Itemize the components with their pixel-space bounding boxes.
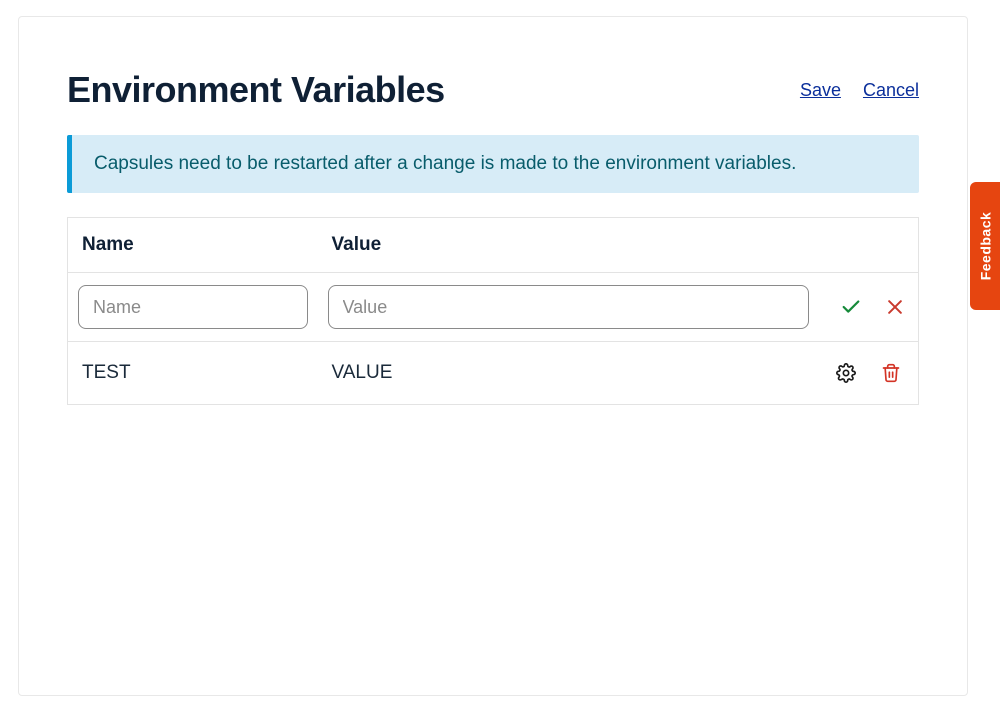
save-link[interactable]: Save [800, 80, 841, 101]
new-var-row [68, 273, 919, 342]
trash-icon[interactable] [878, 360, 904, 386]
info-banner-text: Capsules need to be restarted after a ch… [94, 153, 796, 174]
column-header-name: Name [68, 218, 318, 273]
value-input[interactable] [328, 285, 809, 329]
feedback-tab[interactable]: Feedback [970, 182, 1000, 310]
feedback-tab-label: Feedback [977, 212, 993, 281]
row-value: VALUE [318, 342, 819, 405]
page-title: Environment Variables [67, 69, 445, 111]
table-row: TEST VALUE [68, 342, 919, 405]
name-input[interactable] [78, 285, 308, 329]
info-banner: Capsules need to be restarted after a ch… [67, 135, 919, 193]
column-header-value: Value [318, 218, 819, 273]
cancel-icon[interactable] [882, 294, 908, 320]
table-header-row: Name Value [68, 218, 919, 273]
row-name: TEST [68, 342, 318, 405]
cancel-link[interactable]: Cancel [863, 80, 919, 101]
env-vars-table: Name Value [67, 217, 919, 405]
gear-icon[interactable] [833, 360, 859, 386]
confirm-icon[interactable] [838, 294, 864, 320]
